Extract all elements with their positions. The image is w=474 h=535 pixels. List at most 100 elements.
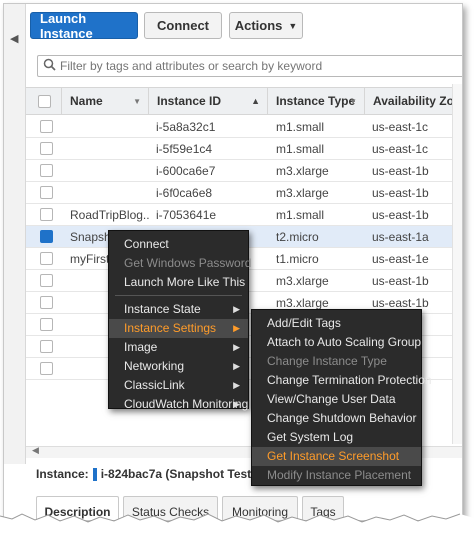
cell-instance-type: t2.micro bbox=[276, 230, 319, 244]
menu-item-get-system-log[interactable]: Get System Log bbox=[252, 428, 421, 447]
chevron-right-icon: ▶ bbox=[233, 342, 240, 352]
row-checkbox[interactable] bbox=[40, 252, 53, 265]
menu-item-label: Connect bbox=[124, 237, 169, 251]
table-row[interactable]: i-5f59e1c4 m1.small us-east-1c bbox=[26, 138, 462, 160]
chevron-right-icon: ▶ bbox=[233, 323, 240, 333]
cell-name bbox=[70, 116, 150, 138]
chevron-down-icon: ▼ bbox=[288, 20, 298, 31]
select-all-checkbox[interactable] bbox=[38, 95, 51, 108]
chevron-right-icon: ▶ bbox=[233, 304, 240, 314]
connect-button[interactable]: Connect bbox=[144, 12, 222, 39]
menu-item-label: Get Windows Password bbox=[124, 256, 252, 270]
row-checkbox[interactable] bbox=[40, 142, 53, 155]
row-checkbox[interactable] bbox=[40, 296, 53, 309]
cell-instance-id: i-7053641e bbox=[156, 208, 217, 222]
search-bar[interactable] bbox=[37, 55, 462, 77]
menu-item-label: Change Termination Protection bbox=[267, 373, 432, 387]
menu-item-view-change-user-data[interactable]: View/Change User Data bbox=[252, 390, 421, 409]
chevron-right-icon: ▶ bbox=[233, 380, 240, 390]
row-checkbox[interactable] bbox=[40, 274, 53, 287]
column-header-instance-type[interactable]: Instance Type ▼ bbox=[268, 88, 365, 115]
row-checkbox[interactable] bbox=[40, 120, 53, 133]
sidebar-collapse-strip[interactable]: ◀ bbox=[4, 4, 26, 464]
menu-item-label: Modify Instance Placement bbox=[267, 468, 412, 482]
table-row[interactable]: i-5a8a32c1 m1.small us-east-1c bbox=[26, 116, 462, 138]
select-all-header[interactable] bbox=[26, 88, 62, 115]
cell-availability-zone: us-east-1b bbox=[372, 164, 429, 178]
sort-icon[interactable]: ▼ bbox=[133, 88, 141, 115]
table-row[interactable]: i-6f0ca6e8 m3.xlarge us-east-1b bbox=[26, 182, 462, 204]
search-input[interactable] bbox=[60, 57, 462, 75]
menu-item-label: Get Instance Screenshot bbox=[267, 449, 400, 463]
menu-item-change-termination-protection[interactable]: Change Termination Protection bbox=[252, 371, 432, 390]
cell-availability-zone: us-east-1c bbox=[372, 142, 429, 156]
menu-item-change-shutdown-behavior[interactable]: Change Shutdown Behavior bbox=[252, 409, 421, 428]
menu-item-instance-state[interactable]: Instance State ▶ bbox=[109, 300, 248, 319]
cell-availability-zone: us-east-1b bbox=[372, 186, 429, 200]
menu-item-label: Get System Log bbox=[267, 430, 354, 444]
cell-availability-zone: us-east-1e bbox=[372, 252, 429, 266]
menu-item-label: ClassicLink bbox=[124, 378, 185, 392]
ec2-console-frame: ◀ Launch Instance Connect Actions ▼ Name… bbox=[3, 3, 463, 521]
cell-availability-zone: us-east-1a bbox=[372, 230, 429, 244]
menu-item-modify-instance-placement: Modify Instance Placement bbox=[252, 466, 421, 485]
menu-item-label: Networking bbox=[124, 359, 185, 373]
row-checkbox[interactable] bbox=[40, 230, 53, 243]
actions-label: Actions bbox=[234, 18, 283, 33]
scroll-left-icon[interactable]: ◀ bbox=[32, 445, 39, 456]
row-checkbox[interactable] bbox=[40, 164, 53, 177]
menu-item-add-edit-tags[interactable]: Add/Edit Tags bbox=[252, 314, 421, 333]
cell-instance-type: t1.micro bbox=[276, 252, 319, 266]
column-header-label: Instance ID bbox=[157, 94, 222, 108]
cell-instance-id: i-5f59e1c4 bbox=[156, 142, 213, 156]
column-header-instance-id[interactable]: Instance ID ▲ bbox=[149, 88, 268, 115]
column-header-name[interactable]: Name ▼ bbox=[62, 88, 149, 115]
cell-instance-type: m1.small bbox=[276, 120, 325, 134]
table-header: Name ▼ Instance ID ▲ Instance Type ▼ Ava… bbox=[26, 87, 462, 115]
sort-icon[interactable]: ▼ bbox=[349, 88, 357, 115]
actions-dropdown-button[interactable]: Actions ▼ bbox=[229, 12, 303, 39]
cell-instance-id: i-6f0ca6e8 bbox=[156, 186, 213, 200]
row-checkbox[interactable] bbox=[40, 318, 53, 331]
row-checkbox[interactable] bbox=[40, 186, 53, 199]
menu-item-label: Add/Edit Tags bbox=[267, 316, 341, 330]
menu-item-label: Attach to Auto Scaling Group bbox=[267, 335, 422, 349]
menu-item-classiclink[interactable]: ClassicLink ▶ bbox=[109, 376, 248, 395]
cell-name bbox=[70, 160, 150, 182]
status-marker bbox=[92, 467, 97, 481]
torn-edge-decoration bbox=[0, 513, 474, 535]
launch-instance-button[interactable]: Launch Instance bbox=[30, 11, 138, 41]
menu-item-connect[interactable]: Connect bbox=[109, 235, 248, 254]
menu-item-label: Instance Settings bbox=[124, 321, 217, 335]
table-row[interactable]: i-600ca6e7 m3.xlarge us-east-1b bbox=[26, 160, 462, 182]
column-header-label: Instance Type bbox=[276, 94, 356, 108]
chevron-right-icon: ▶ bbox=[233, 399, 240, 409]
menu-item-label: CloudWatch Monitoring bbox=[124, 397, 249, 411]
collapse-left-icon[interactable]: ◀ bbox=[10, 32, 18, 45]
column-header-label: Name bbox=[70, 94, 103, 108]
row-checkbox[interactable] bbox=[40, 208, 53, 221]
instance-context-menu: Connect Get Windows Password Launch More L… bbox=[108, 230, 252, 411]
menu-item-label: Launch More Like This bbox=[124, 275, 246, 289]
menu-item-label: Image bbox=[124, 340, 158, 354]
cell-availability-zone: us-east-1b bbox=[372, 208, 429, 222]
table-row[interactable]: RoadTripBlog... i-7053641e m1.small us-east… bbox=[26, 204, 462, 226]
menu-item-attach-to-auto-scaling-group[interactable]: Attach to Auto Scaling Group bbox=[252, 333, 421, 352]
menu-item-networking[interactable]: Networking ▶ bbox=[109, 357, 248, 376]
row-checkbox[interactable] bbox=[40, 362, 53, 375]
menu-item-image[interactable]: Image ▶ bbox=[109, 338, 248, 357]
chevron-right-icon: ▶ bbox=[233, 361, 240, 371]
column-header-availability-zone[interactable]: Availability Zone ▼ bbox=[365, 88, 462, 115]
toolbar: Launch Instance Connect Actions ▼ bbox=[26, 4, 462, 48]
menu-item-instance-settings[interactable]: Instance Settings ▶ bbox=[109, 319, 248, 338]
menu-item-get-instance-screenshot[interactable]: Get Instance Screenshot bbox=[252, 447, 421, 466]
menu-item-get-windows-password: Get Windows Password bbox=[109, 254, 252, 273]
vertical-scrollbar[interactable] bbox=[452, 84, 462, 444]
menu-item-launch-more-like-this[interactable]: Launch More Like This bbox=[109, 273, 248, 292]
menu-item-cloudwatch-monitoring[interactable]: CloudWatch Monitoring ▶ bbox=[109, 395, 248, 414]
cell-availability-zone: us-east-1c bbox=[372, 120, 429, 134]
sort-ascending-icon[interactable]: ▲ bbox=[251, 88, 260, 115]
instance-bar-label: Instance: bbox=[36, 467, 89, 481]
cell-availability-zone: us-east-1b bbox=[372, 274, 429, 288]
row-checkbox[interactable] bbox=[40, 340, 53, 353]
